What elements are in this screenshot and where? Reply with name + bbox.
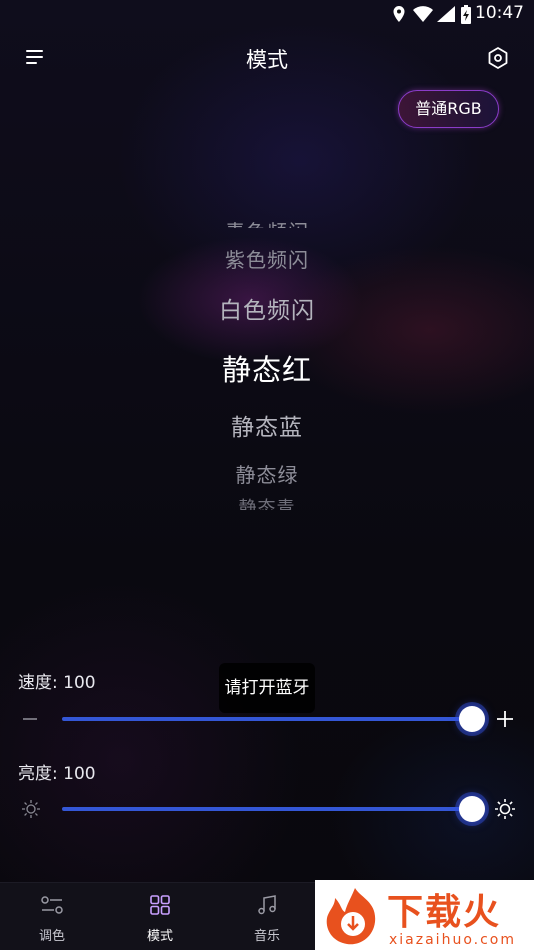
brightness-slider-thumb[interactable]: [459, 796, 485, 822]
brightness-increase-button[interactable]: [493, 797, 517, 821]
settings-button[interactable]: [484, 44, 512, 72]
speed-decrease-button[interactable]: [20, 709, 40, 729]
signal-icon: [437, 6, 455, 22]
page-title: 模式: [246, 48, 288, 72]
picker-item[interactable]: 静态绿: [0, 459, 534, 488]
picker-item[interactable]: 紫色频闪: [0, 244, 534, 273]
plus-icon: [497, 711, 513, 727]
status-bar: 10:47: [0, 0, 534, 28]
wifi-icon: [413, 6, 433, 22]
watermark-logo: 下载火 xiazaihuo.com: [315, 880, 534, 950]
location-icon: [393, 6, 405, 22]
flame-logo-icon: 下载火 xiazaihuo.com: [326, 888, 516, 948]
hexagon-settings-icon: [488, 47, 508, 69]
grid-icon: [150, 895, 170, 915]
picker-item[interactable]: 白色频闪: [0, 291, 534, 325]
watermark-site: xiazaihuo.com: [389, 932, 516, 948]
speed-increase-button[interactable]: [494, 708, 516, 730]
nav-label: 音乐: [253, 929, 280, 944]
speed-slider-track[interactable]: [62, 717, 472, 721]
minus-icon: [23, 718, 37, 720]
picker-item[interactable]: 青色频闪: [0, 210, 534, 228]
mode-type-button[interactable]: 普通RGB: [398, 90, 499, 128]
nav-label: 模式: [146, 929, 173, 944]
nav-item-mode[interactable]: 模式: [130, 893, 190, 944]
music-note-icon: [258, 895, 276, 915]
status-time: 10:47: [475, 3, 524, 23]
picker-item[interactable]: 静态青: [0, 494, 534, 510]
nav-label: 调色: [38, 929, 65, 944]
toast-message: 请打开蓝牙: [219, 663, 315, 713]
brightness-label: 亮度: 100: [18, 764, 96, 784]
sun-bright-icon: [495, 799, 515, 819]
sun-dim-icon: [22, 800, 40, 818]
battery-charging-icon: [461, 5, 471, 24]
brightness-decrease-button[interactable]: [20, 798, 42, 820]
watermark-brand: 下载火: [387, 892, 501, 933]
speed-slider-thumb[interactable]: [459, 706, 485, 732]
brightness-slider-track[interactable]: [62, 807, 472, 811]
nav-item-color[interactable]: 调色: [22, 893, 82, 944]
picker-item[interactable]: 静态蓝: [0, 408, 534, 442]
picker-item-selected[interactable]: 静态红: [0, 347, 534, 389]
sliders-icon: [41, 896, 63, 914]
speed-label: 速度: 100: [18, 673, 96, 693]
nav-item-music[interactable]: 音乐: [237, 893, 297, 944]
